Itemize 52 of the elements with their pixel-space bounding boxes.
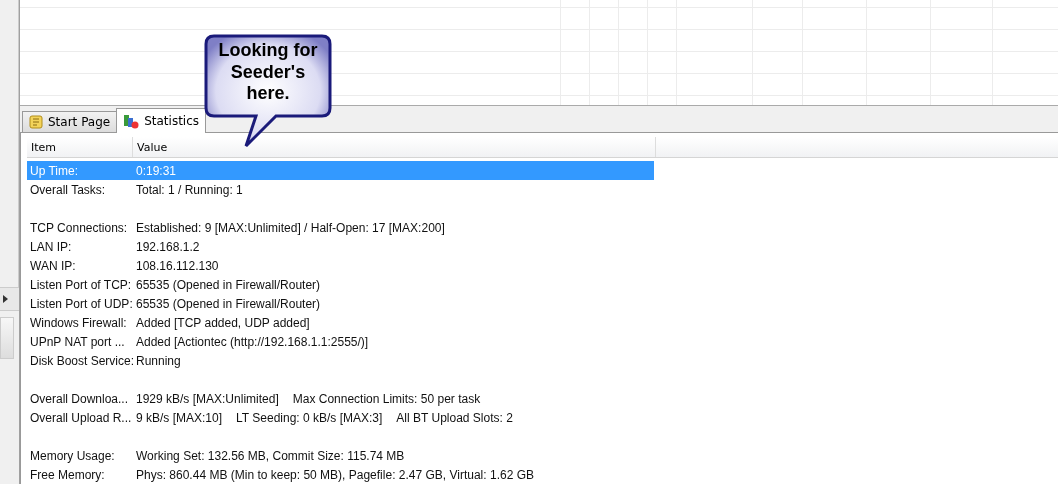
chart-blocks-icon — [123, 113, 140, 129]
arrow-icon[interactable] — [3, 295, 8, 303]
table-row[interactable]: Windows Firewall: Added [TCP added, UDP added] — [27, 313, 654, 332]
table-row[interactable]: Overall Downloa... 1929 kB/s [MAX:Unlimited] Max Connection Limits: 50 per task — [27, 389, 654, 408]
table-cell-text: Up Time: — [30, 163, 79, 178]
side-panel — [0, 317, 14, 359]
table-cell-text: UPnP NAT port ... — [30, 334, 126, 349]
table-cell: 0:19:31 — [136, 163, 177, 178]
table-cell: All BT Upload Slots: 2 — [396, 410, 513, 425]
table-cell-text: Windows Firewall: — [30, 315, 128, 330]
table-cell: LT Seeding: 0 kB/s [MAX:3] — [236, 410, 383, 425]
table-row[interactable]: Free Memory: Phys: 860.44 MB (Min to keep: 50 MB), Pagefile: 2.47 GB, Virtual: 1.62 GB — [27, 465, 654, 484]
table-cell: Disk Boost Service: — [30, 353, 136, 368]
table-cell-text: Free Memory: — [30, 467, 106, 482]
table-row[interactable]: Memory Usage: Working Set: 132.56 MB, Commit Size: 115.74 MB — [27, 446, 654, 465]
table-cell-text: Overall Downloa... — [30, 391, 130, 406]
table-cell-text: TCP Connections: — [30, 220, 129, 235]
table-row[interactable]: Disk Boost Service: Running — [27, 351, 654, 370]
table-row[interactable]: Overall Upload R... 9 kB/s [MAX:10] LT Seeding: 0 kB/s [MAX:3] All BT Upload Slots: 2 — [27, 408, 654, 427]
table-row[interactable]: Listen Port of UDP: 65535 (Opened in Firewall/Router) — [27, 294, 654, 313]
callout-text: Looking for Seeder's here. — [218, 40, 318, 105]
column-header[interactable]: Item — [27, 137, 133, 157]
page-icon — [29, 115, 43, 129]
table-cell: Max Connection Limits: 50 per task — [292, 391, 481, 406]
table-row[interactable]: LAN IP: 192.168.1.2 — [27, 237, 654, 256]
table-cell: Phys: 860.44 MB (Min to keep: 50 MB), Pagefile: 2.47 GB, Virtual: 1.62 GB — [136, 467, 534, 482]
table-cell: Total: 1 / Running: 1 — [136, 182, 243, 197]
table-cell-text: Listen Port of UDP: — [30, 296, 134, 311]
table-cell-text: Listen Port of TCP: — [30, 277, 133, 292]
table-cell: Established: 9 [MAX:Unlimited] / Half-Open: 17 [MAX:200] — [136, 220, 445, 235]
table-row[interactable]: TCP Connections: Established: 9 [MAX:Unlimited] / Half-Open: 17 [MAX:200] — [27, 218, 654, 237]
table-cell-text: WAN IP: — [30, 258, 77, 273]
table-cell: Running — [136, 353, 181, 368]
table-row[interactable]: UPnP NAT port ... Added [Actiontec (http://192.168.1.1:2555/)] — [27, 332, 654, 351]
table-row[interactable]: Overall Tasks: Total: 1 / Running: 1 — [27, 180, 654, 199]
table-cell: Added [Actiontec (http://192.168.1.1:2555/)] — [136, 334, 369, 349]
table-cell: Added [TCP added, UDP added] — [136, 315, 310, 330]
table-cell-text: Overall Tasks: — [30, 182, 107, 197]
table-cell: 192.168.1.2 — [136, 239, 200, 254]
table-cell-text: Memory Usage: — [30, 448, 116, 463]
table-cell: 65535 (Opened in Firewall/Router) — [136, 277, 321, 292]
table-cell: 1929 kB/s [MAX:Unlimited] — [136, 391, 279, 406]
table-row[interactable]: WAN IP: 108.16.112.130 — [27, 256, 654, 275]
tab[interactable]: Statistics — [116, 108, 207, 133]
table-cell: 9 kB/s [MAX:10] — [136, 410, 223, 425]
table-cell: Working Set: 132.56 MB, Commit Size: 115.74 MB — [136, 448, 405, 463]
table-cell: 108.16.112.130 — [136, 258, 219, 273]
table-cell-text: LAN IP: — [30, 239, 73, 254]
table-cell: 65535 (Opened in Firewall/Router) — [136, 296, 321, 311]
table-cell-text: Overall Upload R... — [30, 410, 133, 425]
tab[interactable]: Start Page — [22, 111, 118, 132]
table-row[interactable]: Listen Port of TCP: 65535 (Opened in Firewall/Router) — [27, 275, 654, 294]
